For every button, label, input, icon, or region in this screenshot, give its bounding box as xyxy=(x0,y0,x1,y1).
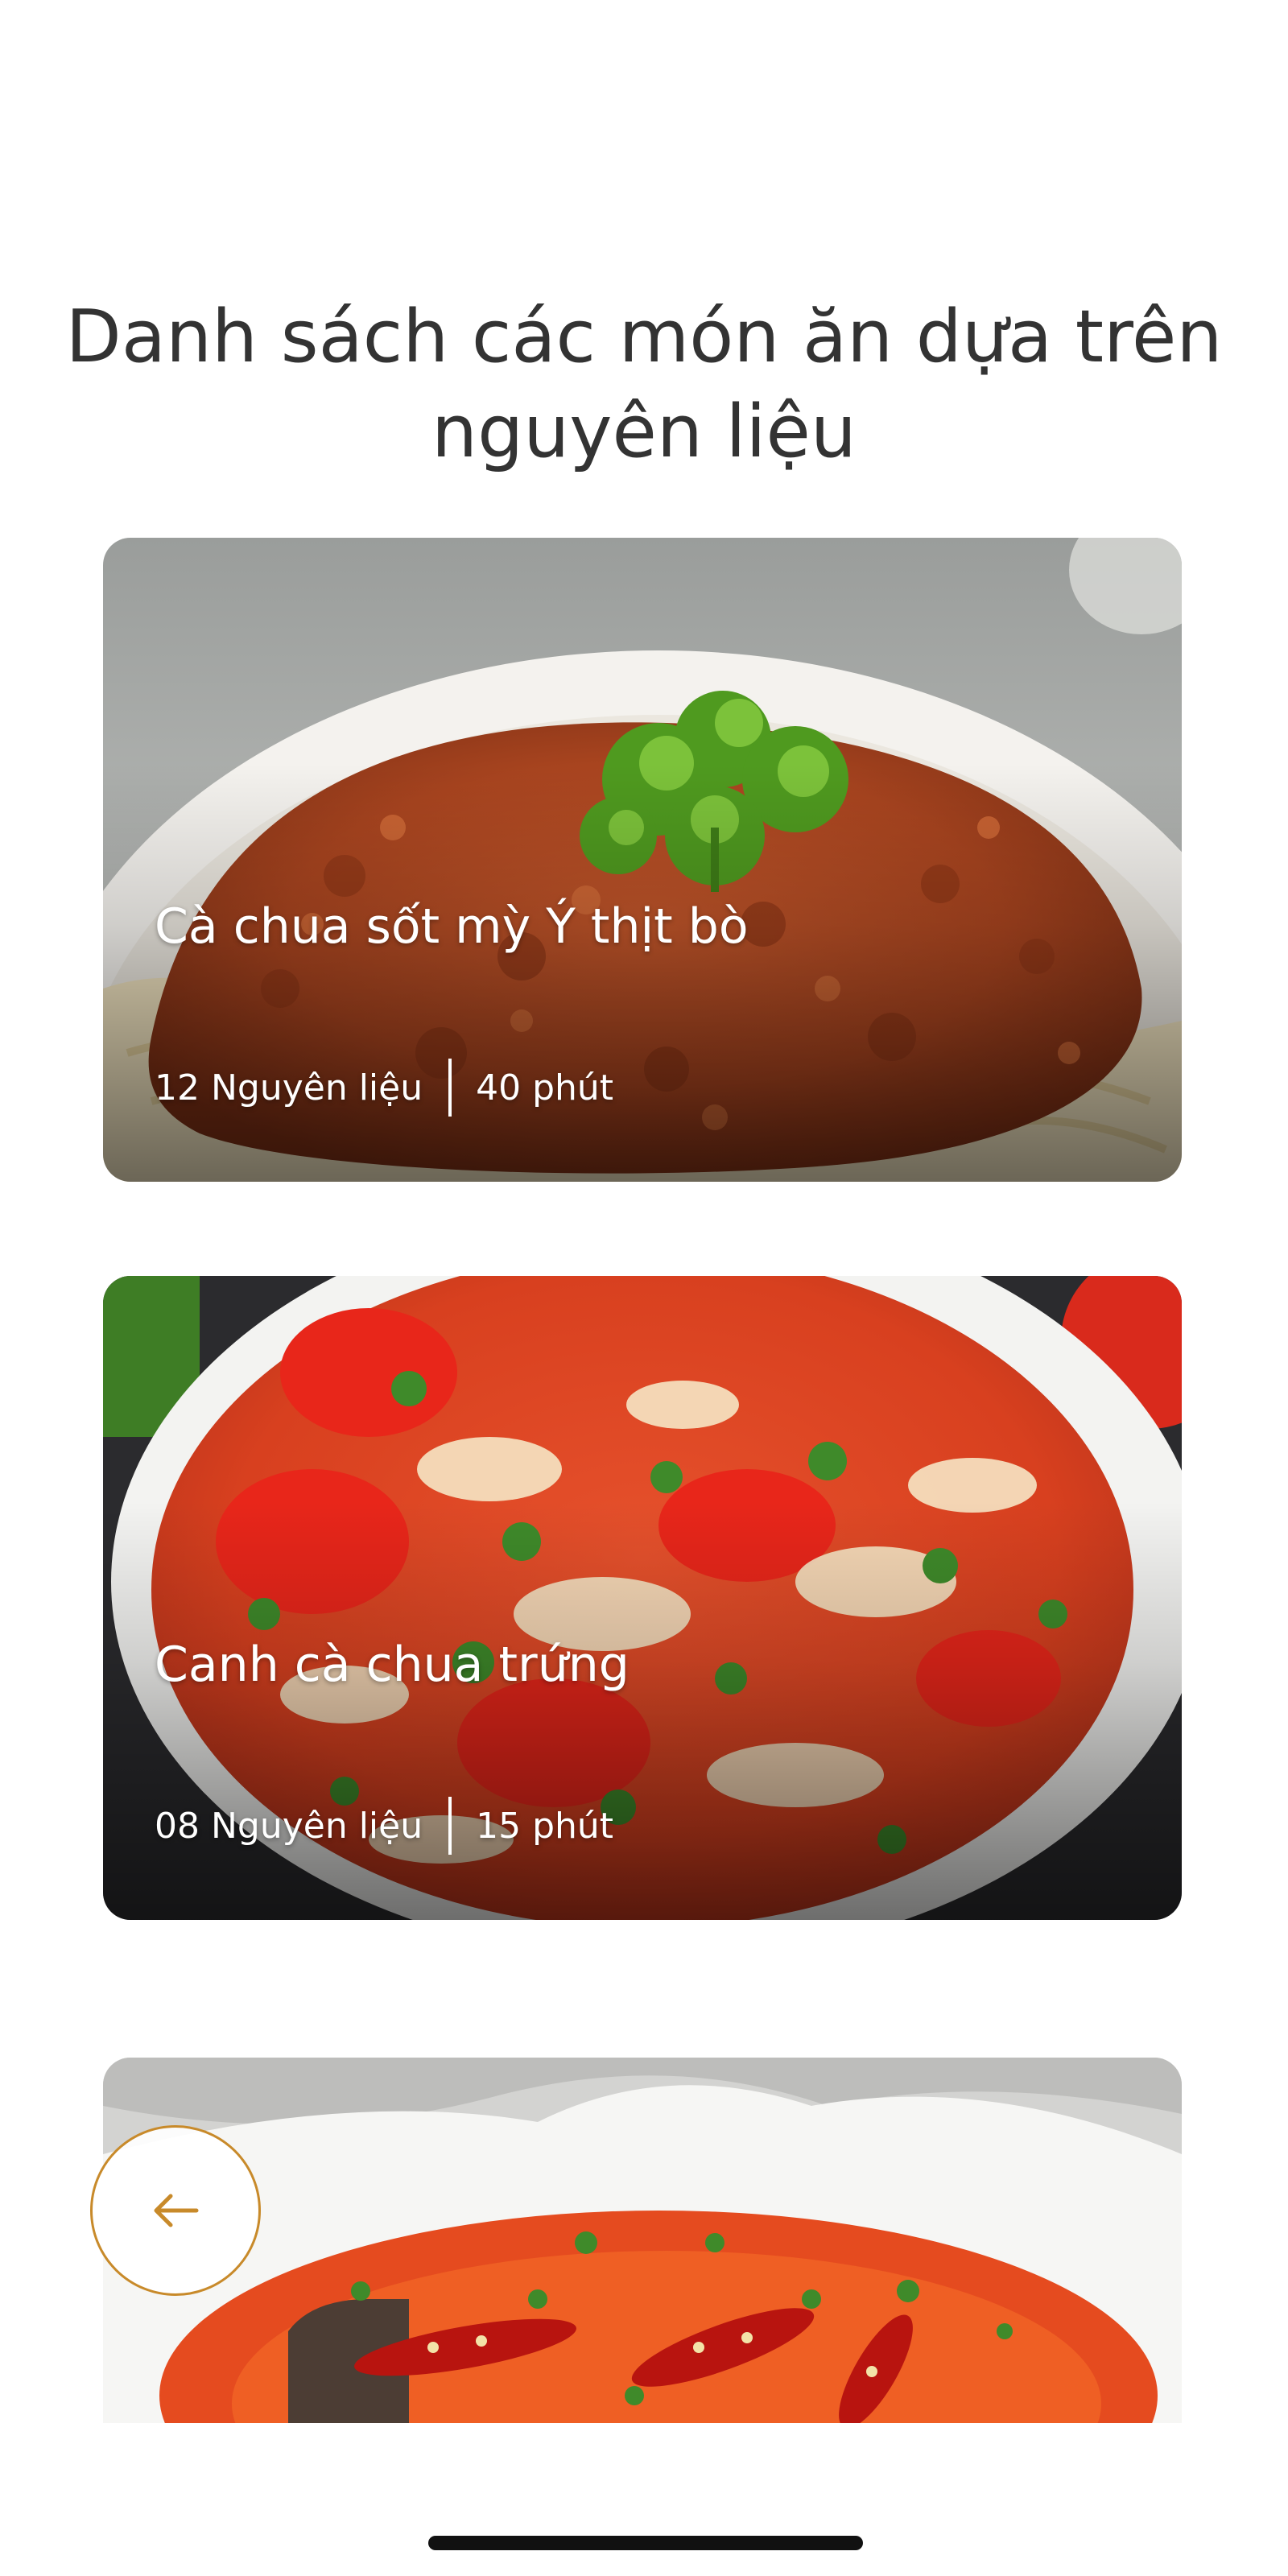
meta-divider xyxy=(448,1797,452,1855)
recipe-title: Cà chua sốt mỳ Ý thịt bò xyxy=(155,898,749,955)
page-title: Danh sách các món ăn dựa trên nguyên liệ… xyxy=(65,295,1223,474)
cook-time: 15 phút xyxy=(476,1805,614,1847)
recipe-card-tomato-egg-soup[interactable]: Canh cà chua trứng 08 Nguyên liệu 15 phú… xyxy=(103,1276,1182,1920)
fish-tomato-sauce-photo xyxy=(103,2058,1182,2423)
back-button[interactable] xyxy=(90,2125,261,2296)
ingredient-count: 08 Nguyên liệu xyxy=(155,1805,423,1847)
recipe-title: Canh cà chua trứng xyxy=(155,1637,630,1693)
cook-time: 40 phút xyxy=(476,1067,614,1108)
screen: Danh sách các món ăn dựa trên nguyên liệ… xyxy=(0,0,1288,2576)
recipe-card-bolognese[interactable]: Cà chua sốt mỳ Ý thịt bò 12 Nguyên liệu … xyxy=(103,538,1182,1182)
meta-divider xyxy=(448,1059,452,1117)
recipe-meta: 08 Nguyên liệu 15 phút xyxy=(155,1795,613,1856)
ingredient-count: 12 Nguyên liệu xyxy=(155,1067,423,1108)
arrow-left-icon xyxy=(154,2194,199,2227)
recipe-meta: 12 Nguyên liệu 40 phút xyxy=(155,1057,613,1118)
home-indicator[interactable] xyxy=(428,2536,863,2550)
recipe-card-partial[interactable] xyxy=(103,2058,1182,2423)
recipe-image xyxy=(103,2058,1182,2423)
